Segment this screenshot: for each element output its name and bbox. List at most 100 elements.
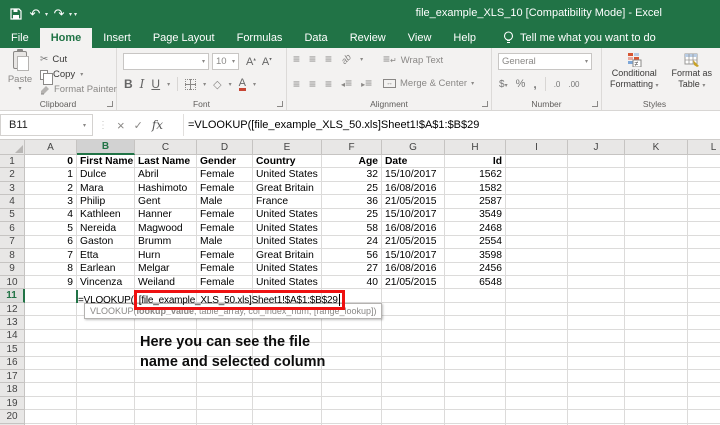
cell-G6[interactable]: 16/08/2016 <box>382 222 445 235</box>
cell-A19[interactable] <box>25 397 77 410</box>
cell-L9[interactable] <box>688 263 720 276</box>
cell-J6[interactable] <box>568 222 625 235</box>
cell-A9[interactable]: 8 <box>25 263 77 276</box>
cell-K6[interactable] <box>625 222 688 235</box>
row-header-20[interactable]: 20 <box>0 410 25 423</box>
cell-H1[interactable]: Id <box>445 155 506 168</box>
cell-J15[interactable] <box>568 343 625 356</box>
col-header-G[interactable]: G <box>382 140 445 155</box>
cell-D1[interactable]: Gender <box>197 155 253 168</box>
cell-A14[interactable] <box>25 330 77 343</box>
cell-H5[interactable]: 3549 <box>445 209 506 222</box>
cell-B1[interactable]: First Name <box>77 155 135 168</box>
cell-F16[interactable] <box>322 357 382 370</box>
underline-button[interactable]: U <box>151 77 160 91</box>
cell-A2[interactable]: 1 <box>25 168 77 181</box>
row-header-1[interactable]: 1 <box>0 155 25 168</box>
cell-F7[interactable]: 24 <box>322 236 382 249</box>
row-header-14[interactable]: 14 <box>0 330 25 343</box>
cell-F9[interactable]: 27 <box>322 263 382 276</box>
cell-H16[interactable] <box>445 357 506 370</box>
cell-H18[interactable] <box>445 383 506 396</box>
cell-H4[interactable]: 2587 <box>445 195 506 208</box>
insert-function-button[interactable]: fx <box>152 118 163 132</box>
cell-H8[interactable]: 3598 <box>445 249 506 262</box>
cell-J11[interactable] <box>568 289 625 302</box>
tab-home[interactable]: Home <box>40 28 93 48</box>
italic-button[interactable]: I <box>140 77 145 91</box>
cancel-button[interactable]: × <box>117 118 125 133</box>
undo-icon[interactable]: ↶ <box>27 4 43 24</box>
cell-J9[interactable] <box>568 263 625 276</box>
cell-K19[interactable] <box>625 397 688 410</box>
col-header-K[interactable]: K <box>625 140 688 155</box>
align-middle-icon[interactable]: ≡ <box>309 54 316 64</box>
cell-I13[interactable] <box>506 316 568 329</box>
cell-K4[interactable] <box>625 195 688 208</box>
conditional-formatting-button[interactable]: ≠ Conditional Formatting ▾ <box>610 52 659 91</box>
cell-I4[interactable] <box>506 195 568 208</box>
cell-H9[interactable]: 2456 <box>445 263 506 276</box>
cell-J8[interactable] <box>568 249 625 262</box>
merge-center-button[interactable]: ↔ Merge & Center ▾ <box>383 78 474 89</box>
name-box-dropdown-icon[interactable]: ▾ <box>83 122 86 129</box>
cell-F1[interactable]: Age <box>322 155 382 168</box>
fill-color-dropdown-icon[interactable]: ▾ <box>229 81 232 88</box>
tab-formulas[interactable]: Formulas <box>226 28 294 48</box>
comma-style-icon[interactable]: , <box>533 77 536 91</box>
cell-I15[interactable] <box>506 343 568 356</box>
cell-E8[interactable]: Great Britain <box>253 249 322 262</box>
cell-I7[interactable] <box>506 236 568 249</box>
cell-H2[interactable]: 1562 <box>445 168 506 181</box>
cell-C6[interactable]: Magwood <box>135 222 197 235</box>
align-center-icon[interactable]: ≡ <box>309 79 316 89</box>
cell-C17[interactable] <box>135 370 197 383</box>
cell-D4[interactable]: Male <box>197 195 253 208</box>
orientation-icon[interactable]: ab <box>339 52 353 66</box>
cell-G13[interactable] <box>382 316 445 329</box>
cell-H15[interactable] <box>445 343 506 356</box>
cell-H17[interactable] <box>445 370 506 383</box>
cell-D17[interactable] <box>197 370 253 383</box>
cell-K5[interactable] <box>625 209 688 222</box>
cell-G5[interactable]: 15/10/2017 <box>382 209 445 222</box>
cell-I9[interactable] <box>506 263 568 276</box>
cell-D2[interactable]: Female <box>197 168 253 181</box>
col-header-I[interactable]: I <box>506 140 568 155</box>
cell-C5[interactable]: Hanner <box>135 209 197 222</box>
row-header-18[interactable]: 18 <box>0 383 25 396</box>
cell-E19[interactable] <box>253 397 322 410</box>
col-header-A[interactable]: A <box>25 140 77 155</box>
font-name-combo[interactable]: ▾ <box>123 53 209 70</box>
cell-F15[interactable] <box>322 343 382 356</box>
cell-A8[interactable]: 7 <box>25 249 77 262</box>
tab-data[interactable]: Data <box>293 28 338 48</box>
cell-G7[interactable]: 21/05/2015 <box>382 236 445 249</box>
cell-L15[interactable] <box>688 343 720 356</box>
paste-button[interactable]: Paste ▾ <box>5 51 35 92</box>
tab-view[interactable]: View <box>397 28 443 48</box>
cell-F17[interactable] <box>322 370 382 383</box>
cell-F8[interactable]: 56 <box>322 249 382 262</box>
row-header-4[interactable]: 4 <box>0 195 25 208</box>
cell-A17[interactable] <box>25 370 77 383</box>
cell-H12[interactable] <box>445 303 506 316</box>
cell-I14[interactable] <box>506 330 568 343</box>
cell-I3[interactable] <box>506 182 568 195</box>
cell-B15[interactable] <box>77 343 135 356</box>
row-header-5[interactable]: 5 <box>0 209 25 222</box>
row-header-15[interactable]: 15 <box>0 343 25 356</box>
col-header-C[interactable]: C <box>135 140 197 155</box>
cell-J14[interactable] <box>568 330 625 343</box>
undo-dropdown-icon[interactable]: ▾ <box>45 11 48 18</box>
cell-K10[interactable] <box>625 276 688 289</box>
align-right-icon[interactable]: ≡ <box>325 79 332 89</box>
select-all-corner[interactable] <box>0 140 25 155</box>
fill-color-icon[interactable]: ◇ <box>213 78 221 91</box>
tab-file[interactable]: File <box>0 28 40 48</box>
cell-J20[interactable] <box>568 410 625 423</box>
cell-J13[interactable] <box>568 316 625 329</box>
increase-decimal-icon[interactable]: .0 <box>554 80 561 89</box>
row-header-13[interactable]: 13 <box>0 316 25 329</box>
cell-J16[interactable] <box>568 357 625 370</box>
